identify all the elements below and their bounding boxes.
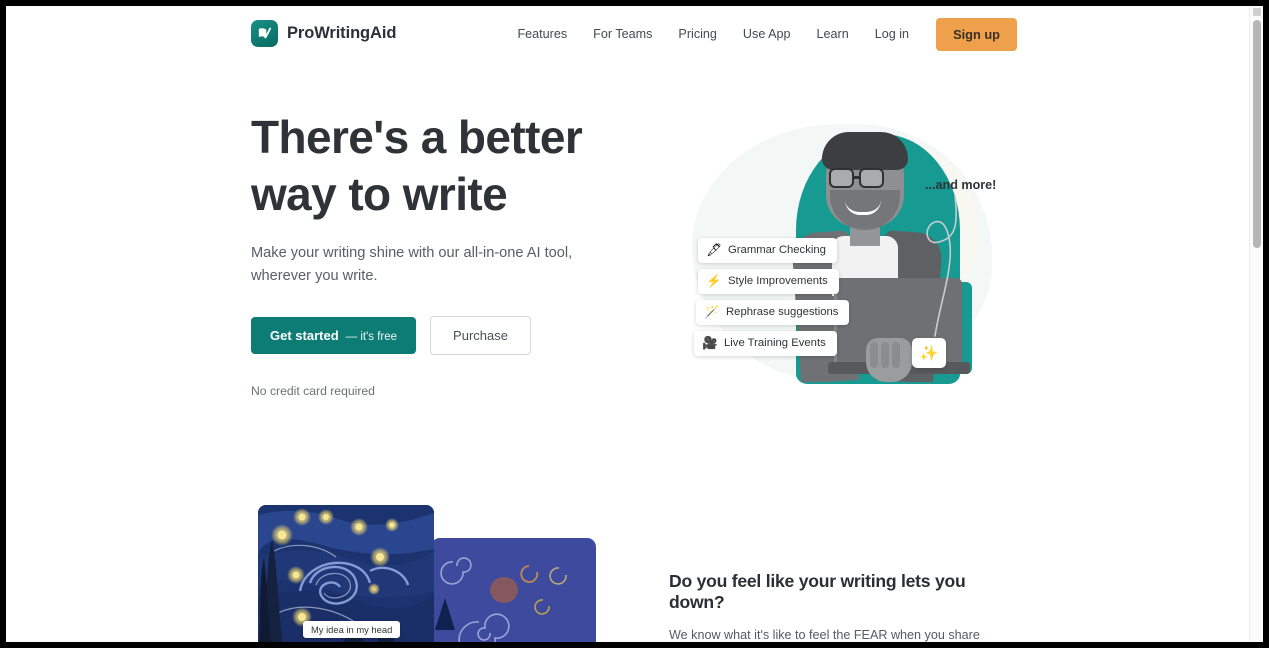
browser-frame: ProWritingAid Features For Teams Pricing… [0,0,1269,648]
feature-chip-label: Style Improvements [728,275,828,288]
hero-title-line-2: way to write [251,168,508,220]
brand-name: ProWritingAid [287,24,397,42]
feature-chip-grammar-checking[interactable]: 🖋 Grammar Checking [698,238,837,263]
scroll-up-arrow-icon[interactable] [1253,8,1261,16]
lightning-bolt-icon: ⚡ [706,274,722,288]
video-camera-icon: 🎥 [702,336,718,350]
page-title: There's a better way to write [251,109,651,223]
and-more-callout: ...and more! [925,178,997,192]
hero-subtitle: Make your writing shine with our all-in-… [251,245,573,284]
get-started-sublabel: — it's free [345,331,398,343]
hair [822,132,908,170]
nav-item-for-teams[interactable]: For Teams [580,27,665,41]
eyeglasses-right-lens [859,168,884,188]
hero-title-line-1: There's a better [251,111,583,163]
feature-chip-label: Live Training Events [724,337,826,350]
nav-item-pricing[interactable]: Pricing [665,27,730,41]
scroll-content: ProWritingAid Features For Teams Pricing… [6,6,1249,642]
feature-chip-rephrase-suggestions[interactable]: 🪄 Rephrase suggestions [696,300,850,325]
eyeglasses-left-lens [829,168,854,188]
get-started-label: Get started [270,328,339,343]
purchase-button[interactable]: Purchase [430,316,531,355]
site-header: ProWritingAid Features For Teams Pricing… [6,6,1249,62]
sparkles-icon: ✨ [919,345,939,362]
finger [881,342,889,368]
prowritingaid-logo-icon [251,20,278,47]
section2-title: Do you feel like your writing lets you d… [669,571,966,612]
sign-up-button[interactable]: Sign up [936,17,1017,51]
feature-chip-label: Grammar Checking [728,244,826,257]
eyeglasses-bridge [854,176,859,179]
get-started-button[interactable]: Get started — it's free [251,317,417,354]
finger [870,342,878,368]
brand-logo[interactable]: ProWritingAid [251,20,396,47]
primary-nav: Features For Teams Pricing Use App Learn… [504,6,1017,62]
no-credit-card-note: No credit card required [251,384,375,398]
section2-copy: Do you feel like your writing lets you d… [669,571,1014,642]
secondary-blue-panel [431,538,596,642]
page-viewport: ProWritingAid Features For Teams Pricing… [6,6,1263,642]
nav-item-learn[interactable]: Learn [804,27,862,41]
finger [892,342,900,368]
section2-body: We know what it's like to feel the FEAR … [669,628,980,642]
hero-cta-group: Get started — it's free Purchase [251,316,651,355]
nav-item-features[interactable]: Features [504,27,580,41]
nav-item-use-app[interactable]: Use App [730,27,804,41]
magic-wand-icon: 🪄 [704,305,720,319]
scrollbar-thumb[interactable] [1253,20,1261,248]
hero-copy: There's a better way to write Make your … [251,109,651,398]
doodle-swirls [435,557,567,642]
nav-item-log-in[interactable]: Log in [862,27,922,41]
feature-chip-label: Rephrase suggestions [726,306,839,319]
hand [866,338,912,382]
hero-illustration: 🖋 Grammar Checking ⚡ Style Improvements … [670,110,1020,400]
curvy-arrow-icon [926,195,957,337]
sparkles-badge[interactable]: ✨ [912,338,946,368]
feature-chip-live-training-events[interactable]: 🎥 Live Training Events [694,331,837,356]
quill-pen-icon: 🖋 [706,243,722,257]
vertical-scrollbar[interactable] [1249,6,1263,642]
feature-chip-style-improvements[interactable]: ⚡ Style Improvements [698,269,839,294]
idea-in-my-head-label: My idea in my head [303,621,401,638]
